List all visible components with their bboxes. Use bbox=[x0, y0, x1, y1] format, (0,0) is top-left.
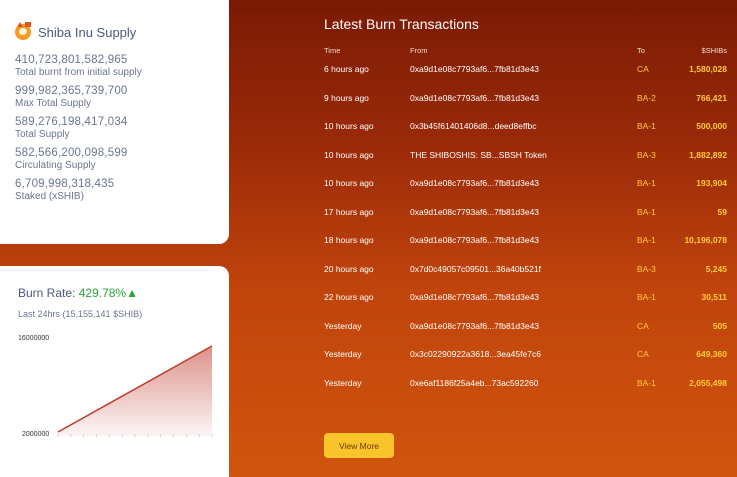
cell-from-address[interactable]: 0x7d0c49057c09501...36a40b521f bbox=[410, 264, 541, 274]
table-row[interactable]: 6 hours ago 0xa9d1e08c7793af6...7fb81d3e4… bbox=[324, 64, 734, 93]
cell-amount: 59 bbox=[717, 206, 727, 217]
burn-rate-subtitle: Last 24hrs (15,155,141 $SHIB) bbox=[18, 309, 143, 319]
up-arrow-icon: ▲ bbox=[126, 286, 138, 300]
view-more-button[interactable]: View More bbox=[324, 433, 394, 458]
cell-time: 17 hours ago bbox=[324, 206, 374, 217]
cell-to: BA-1 bbox=[637, 235, 656, 245]
supply-header: Shiba Inu Supply bbox=[15, 22, 229, 40]
y-tick-label-bottom: 2000000 bbox=[22, 431, 49, 438]
transactions-rows: 6 hours ago 0xa9d1e08c7793af6...7fb81d3e4… bbox=[324, 64, 734, 406]
stat-circulating-supply: 582,566,200,098,599 Circulating Supply bbox=[15, 147, 229, 171]
cell-time: Yesterday bbox=[324, 320, 362, 331]
cell-from-address[interactable]: 0xa9d1e08c7793af6...7fb81d3e43 bbox=[410, 235, 539, 245]
cell-time: Yesterday bbox=[324, 349, 362, 359]
cell-amount: 1,882,892 bbox=[689, 149, 727, 160]
cell-to: CA bbox=[637, 64, 649, 74]
table-row[interactable]: 22 hours ago 0xa9d1e08c7793af6...7fb81d3e… bbox=[324, 292, 734, 321]
cell-time: 6 hours ago bbox=[324, 64, 369, 74]
cell-from-address[interactable]: 0x3c02290922a3618...3ea45fe7c6 bbox=[410, 349, 541, 359]
cell-from-address[interactable]: THE SHIBOSHIS: SB...SBSH Token bbox=[410, 150, 547, 160]
cell-to: BA-2 bbox=[637, 92, 656, 103]
burn-rate-label: Burn Rate: bbox=[18, 286, 76, 300]
burn-rate-percent: 429.78%▲ bbox=[79, 286, 138, 300]
header-from: From bbox=[410, 46, 428, 55]
transactions-title: Latest Burn Transactions bbox=[324, 16, 479, 32]
stat-value: 6,709,998,318,435 bbox=[15, 178, 115, 190]
header-amount: $SHIBs bbox=[701, 46, 727, 55]
cell-to: BA-1 bbox=[637, 377, 656, 388]
cell-from-address[interactable]: 0xa9d1e08c7793af6...7fb81d3e43 bbox=[410, 178, 539, 188]
cell-to: CA bbox=[637, 349, 649, 359]
stat-label: Staked (xSHIB) bbox=[15, 191, 84, 202]
cell-to: BA-3 bbox=[637, 263, 656, 274]
table-row[interactable]: 10 hours ago 0xa9d1e08c7793af6...7fb81d3e… bbox=[324, 178, 734, 207]
cell-from-address[interactable]: 0xa9d1e08c7793af6...7fb81d3e43 bbox=[410, 93, 539, 103]
cell-from-address[interactable]: 0xa9d1e08c7793af6...7fb81d3e43 bbox=[410, 321, 539, 331]
header-to: To bbox=[637, 46, 645, 55]
stat-value: 589,276,198,417,034 bbox=[15, 116, 128, 128]
cell-to: BA-1 bbox=[637, 121, 656, 131]
table-row[interactable]: 9 hours ago 0xa9d1e08c7793af6...7fb81d3e4… bbox=[324, 93, 734, 122]
cell-time: 10 hours ago bbox=[324, 178, 374, 188]
table-row[interactable]: 17 hours ago 0xa9d1e08c7793af6...7fb81d3e… bbox=[324, 207, 734, 236]
transactions-table: Time From To $SHIBs 6 hours ago 0xa9d1e08… bbox=[324, 46, 734, 406]
cell-amount: 5,245 bbox=[705, 263, 727, 274]
stat-total-supply: 589,276,198,417,034 Total Supply bbox=[15, 116, 229, 140]
cell-amount: 193,904 bbox=[696, 178, 727, 188]
table-row[interactable]: Yesterday 0xe6af1186f25a4eb...73ac592260 B… bbox=[324, 378, 734, 407]
stat-value: 410,723,801,582,965 bbox=[15, 54, 128, 66]
cell-time: 10 hours ago bbox=[324, 149, 374, 160]
stat-staked: 6,709,998,318,435 Staked (xSHIB) bbox=[15, 178, 229, 202]
cell-from-address[interactable]: 0xa9d1e08c7793af6...7fb81d3e43 bbox=[410, 292, 539, 302]
cell-from-address[interactable]: 0xe6af1186f25a4eb...73ac592260 bbox=[410, 378, 538, 388]
table-row[interactable]: 10 hours ago THE SHIBOSHIS: SB...SBSH Tok… bbox=[324, 150, 734, 179]
cell-to: BA-1 bbox=[637, 178, 656, 188]
cell-time: 20 hours ago bbox=[324, 263, 374, 274]
table-header: Time From To $SHIBs bbox=[324, 46, 734, 64]
cell-to: BA-1 bbox=[637, 206, 656, 217]
cell-from-address[interactable]: 0xa9d1e08c7793af6...7fb81d3e43 bbox=[410, 207, 539, 217]
cell-amount: 10,196,078 bbox=[684, 235, 727, 245]
cell-from-address[interactable]: 0xa9d1e08c7793af6...7fb81d3e43 bbox=[410, 64, 539, 74]
cell-to: CA bbox=[637, 320, 649, 331]
table-row[interactable]: 10 hours ago 0x3b45f61401406d8...deed8eff… bbox=[324, 121, 734, 150]
y-tick-label-top: 16000000 bbox=[18, 335, 49, 342]
stat-label: Total Supply bbox=[15, 129, 70, 140]
cell-amount: 505 bbox=[712, 320, 727, 331]
cell-time: 18 hours ago bbox=[324, 235, 374, 245]
cell-amount: 2,055,498 bbox=[689, 377, 727, 388]
burn-rate-value: 429.78% bbox=[78, 286, 127, 300]
cell-time: 22 hours ago bbox=[324, 292, 374, 302]
cell-amount: 766,421 bbox=[696, 92, 727, 103]
table-row[interactable]: Yesterday 0x3c02290922a3618...3ea45fe7c6 C… bbox=[324, 349, 734, 378]
burn-rate: Burn Rate: 429.78%▲ bbox=[18, 286, 229, 300]
cell-amount: 30,511 bbox=[701, 292, 727, 302]
table-row[interactable]: 18 hours ago 0xa9d1e08c7793af6...7fb81d3e… bbox=[324, 235, 734, 264]
cell-to: BA-1 bbox=[637, 292, 656, 302]
burn-rate-card: Burn Rate: 429.78%▲ Last 24hrs (15,155,1… bbox=[0, 266, 229, 477]
stat-label: Max Total Supply bbox=[15, 98, 91, 109]
stat-label: Circulating Supply bbox=[15, 160, 96, 171]
table-row[interactable]: Yesterday 0xa9d1e08c7793af6...7fb81d3e43 C… bbox=[324, 321, 734, 350]
header-time: Time bbox=[324, 46, 341, 55]
stat-value: 999,982,365,739,700 bbox=[15, 85, 128, 97]
cell-time: 10 hours ago bbox=[324, 121, 374, 131]
supply-card: Shiba Inu Supply 410,723,801,582,965 Tot… bbox=[0, 0, 229, 244]
supply-title: Shiba Inu Supply bbox=[38, 24, 137, 40]
burn-rate-chart: 16000000 2000000 bbox=[18, 335, 213, 438]
shiba-inu-icon bbox=[15, 22, 31, 40]
cell-from-address[interactable]: 0x3b45f61401406d8...deed8effbc bbox=[410, 121, 537, 131]
cell-amount: 500,000 bbox=[696, 121, 727, 131]
cell-time: 9 hours ago bbox=[324, 92, 369, 103]
table-row[interactable]: 20 hours ago 0x7d0c49057c09501...36a40b52… bbox=[324, 264, 734, 293]
cell-to: BA-3 bbox=[637, 149, 656, 160]
cell-amount: 649,360 bbox=[696, 349, 727, 359]
stat-max-total-supply: 999,982,365,739,700 Max Total Supply bbox=[15, 85, 229, 109]
cell-time: Yesterday bbox=[324, 377, 362, 388]
stat-value: 582,566,200,098,599 bbox=[15, 147, 128, 159]
stat-label: Total burnt from initial supply bbox=[15, 67, 142, 78]
cell-amount: 1,580,028 bbox=[689, 64, 727, 74]
stat-total-burnt: 410,723,801,582,965 Total burnt from ini… bbox=[15, 54, 229, 78]
